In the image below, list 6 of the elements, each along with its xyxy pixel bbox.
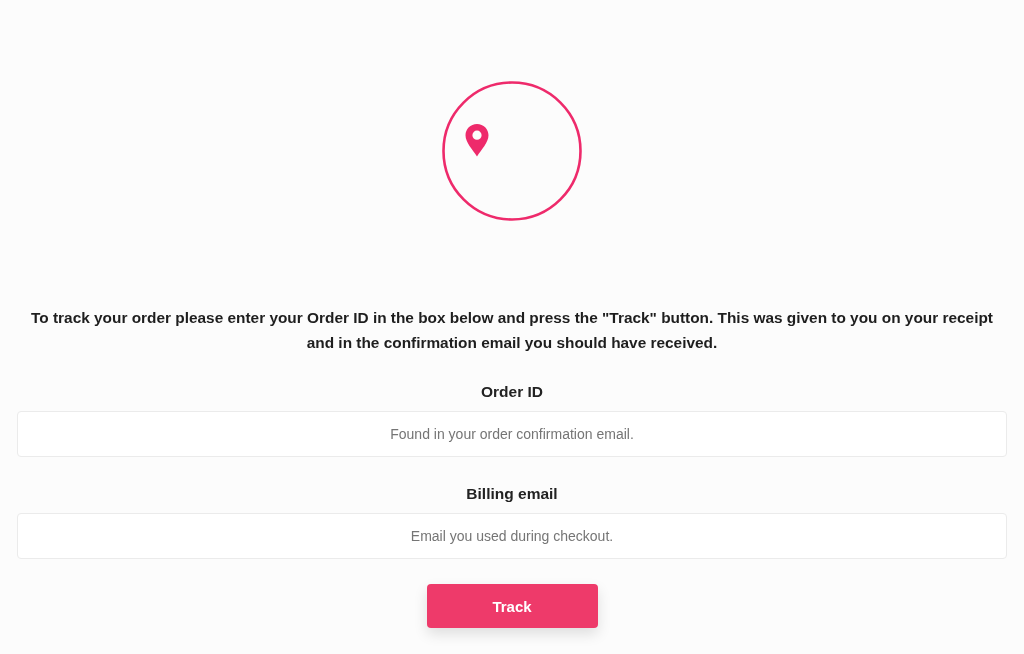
input-field[interactable]: Found in your order confirmation email. bbox=[17, 411, 1007, 457]
instructions-text: To track your order please enter your Order ID in the box below and press the "Track" button. This was given to you on your receipt and in the confirmation email you should have received. bbox=[30, 308, 994, 353]
field-label: Order ID bbox=[481, 382, 543, 402]
input-field[interactable]: Email you used during checkout. bbox=[17, 513, 1007, 559]
track-button[interactable]: Track bbox=[426, 584, 598, 628]
field-label: Billing email bbox=[466, 484, 558, 504]
